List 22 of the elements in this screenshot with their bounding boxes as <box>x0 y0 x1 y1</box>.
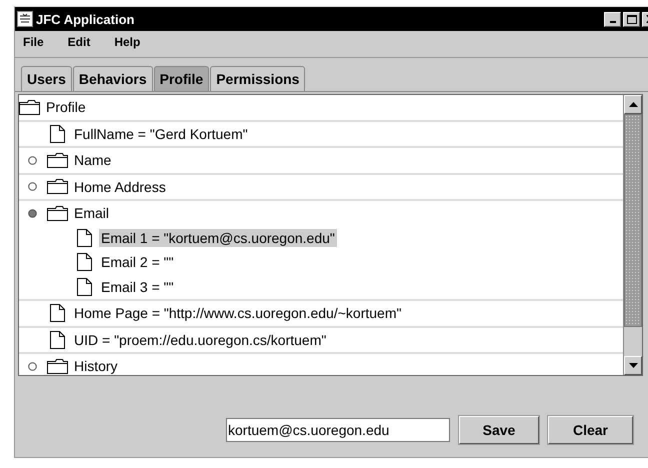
text-field[interactable]: kortuem@cs.uoregon.edu <box>226 418 450 442</box>
window-title: JFC Application <box>36 12 134 26</box>
menu-item[interactable]: File <box>23 35 44 53</box>
menu-item[interactable]: Edit <box>68 35 90 53</box>
tree-node[interactable]: Home Address <box>72 178 168 196</box>
action-button[interactable]: Save <box>459 416 539 444</box>
tab[interactable]: Profile <box>154 66 210 91</box>
menu-item[interactable]: Help <box>114 35 140 53</box>
tab[interactable]: Permissions <box>210 66 306 91</box>
tab[interactable]: Users <box>21 66 72 91</box>
tree-node[interactable]: FullName = "Gerd Kortuem" <box>72 124 250 143</box>
tree-node[interactable]: Email 1 = "kortuem@cs.uoregon.edu" <box>99 228 337 247</box>
tree-node[interactable]: Email 2 = "" <box>99 253 176 272</box>
tree-node[interactable]: History <box>72 357 120 375</box>
tree-node[interactable]: UID = "proem://edu.uoregon.cs/kortuem" <box>72 330 328 349</box>
tree-node[interactable]: Home Page = "http://www.cs.uoregon.edu/~kortuem" <box>72 304 404 322</box>
tree-node[interactable]: Email 3 = "" <box>99 278 176 296</box>
tree-node[interactable]: Name <box>72 151 114 170</box>
tab[interactable]: Behaviors <box>72 66 153 91</box>
action-button[interactable]: Clear <box>548 416 633 444</box>
tree-node[interactable]: Profile <box>44 98 88 116</box>
tree-node[interactable]: Email <box>72 204 112 222</box>
